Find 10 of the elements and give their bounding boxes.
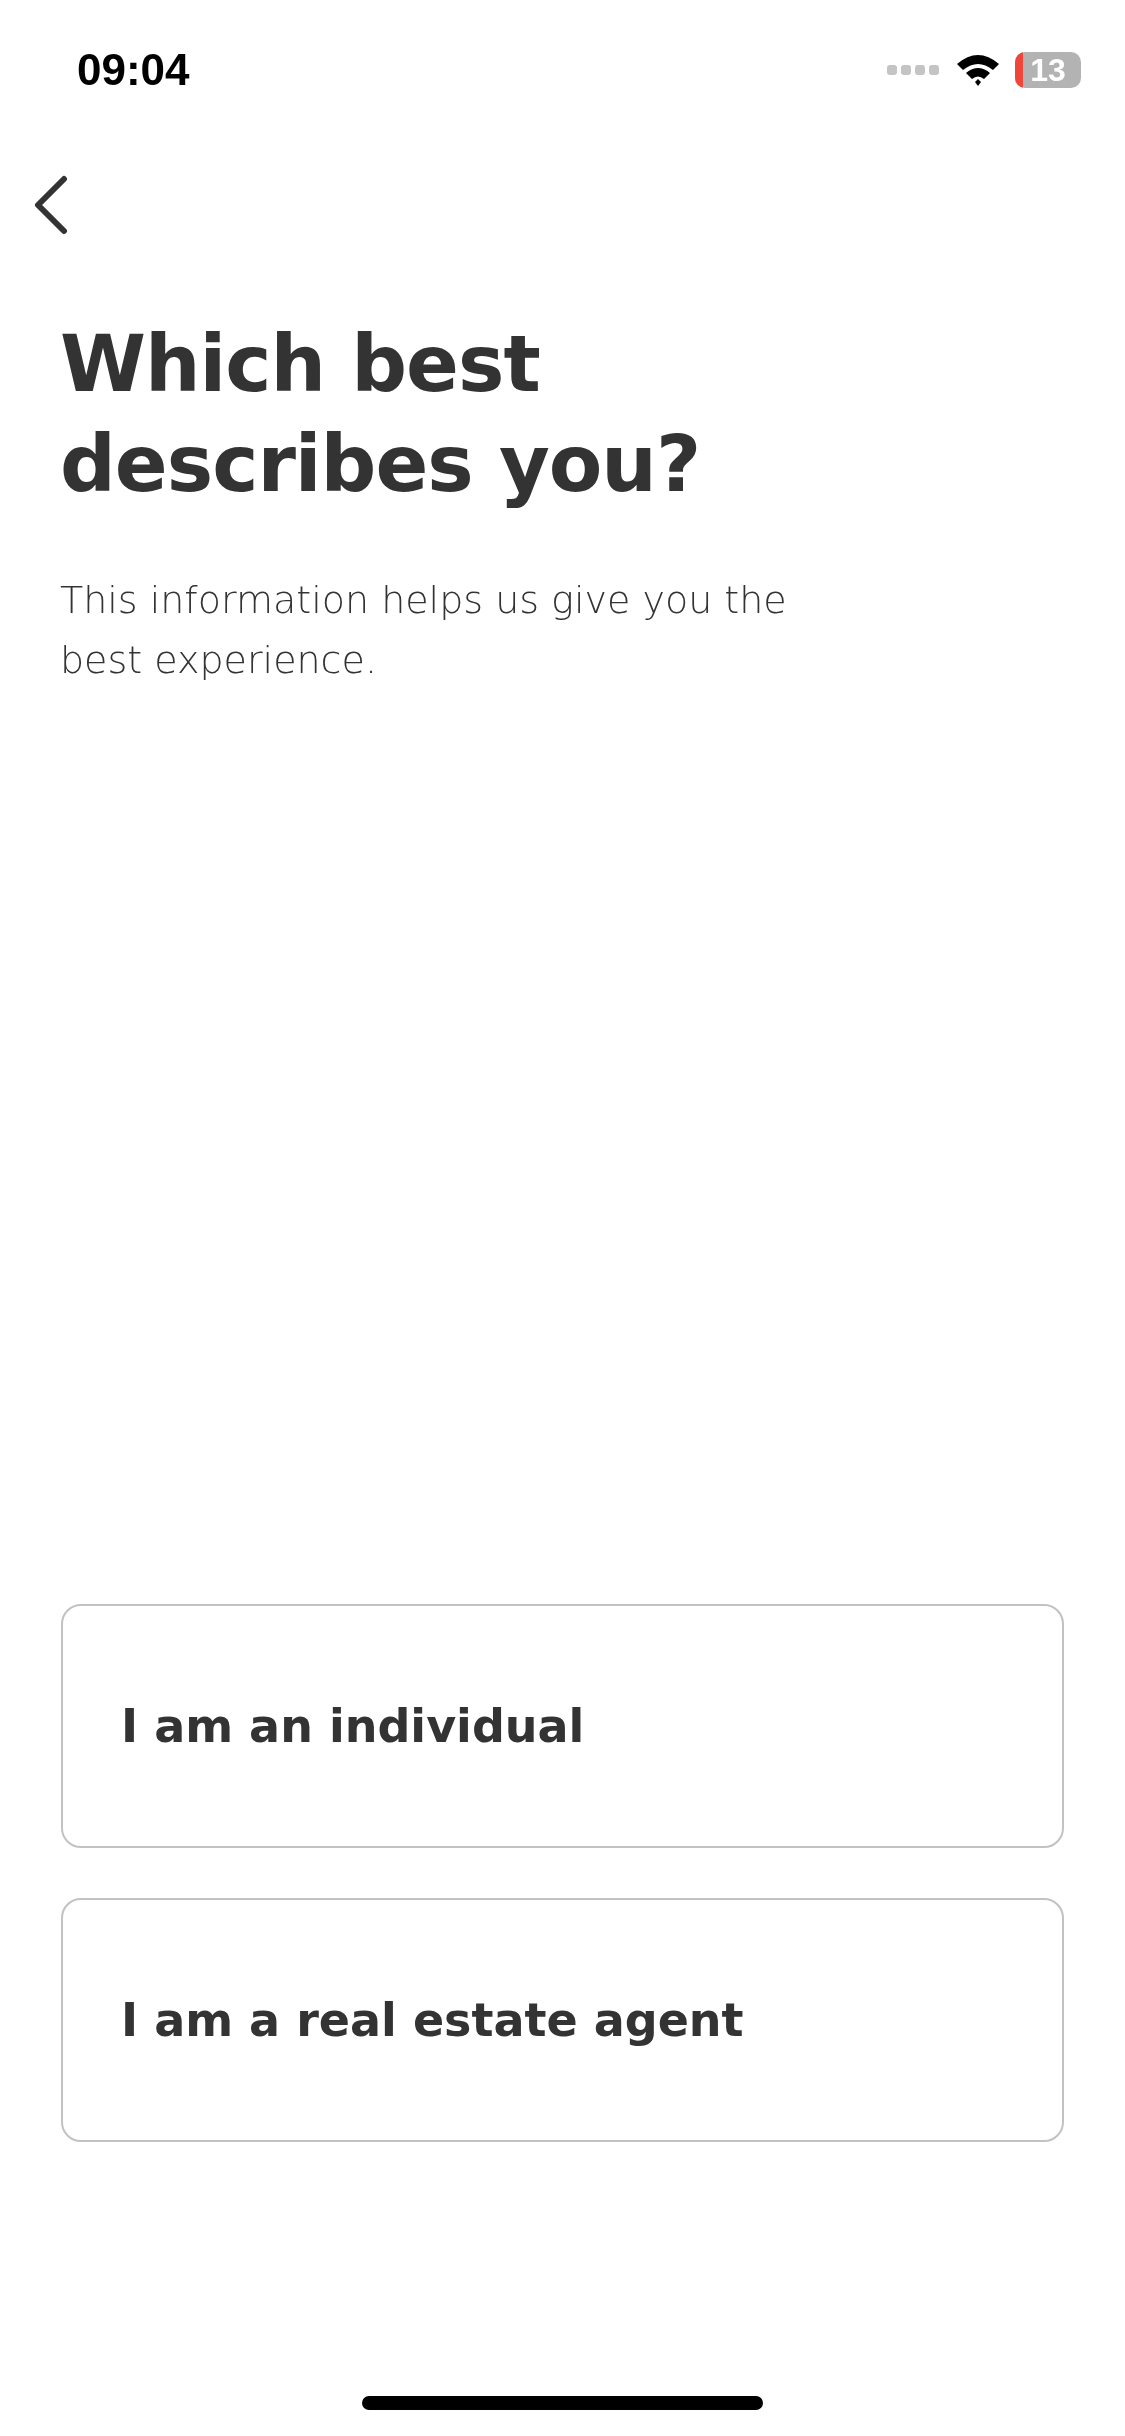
battery-level: 13 [1030,52,1066,88]
option-button[interactable]: I am an individual [61,1604,1064,1848]
option-button[interactable]: I am a real estate agent [61,1898,1064,2142]
page-subtitle: This information helps us give you the best experience. [60,577,788,684]
chevron-left-icon [32,175,68,235]
page-title: Which best describes you? [60,318,702,511]
signal-icon [887,63,941,77]
status-time: 09:04 [77,45,190,95]
wifi-icon [955,52,1001,88]
battery-fill [1015,52,1023,88]
